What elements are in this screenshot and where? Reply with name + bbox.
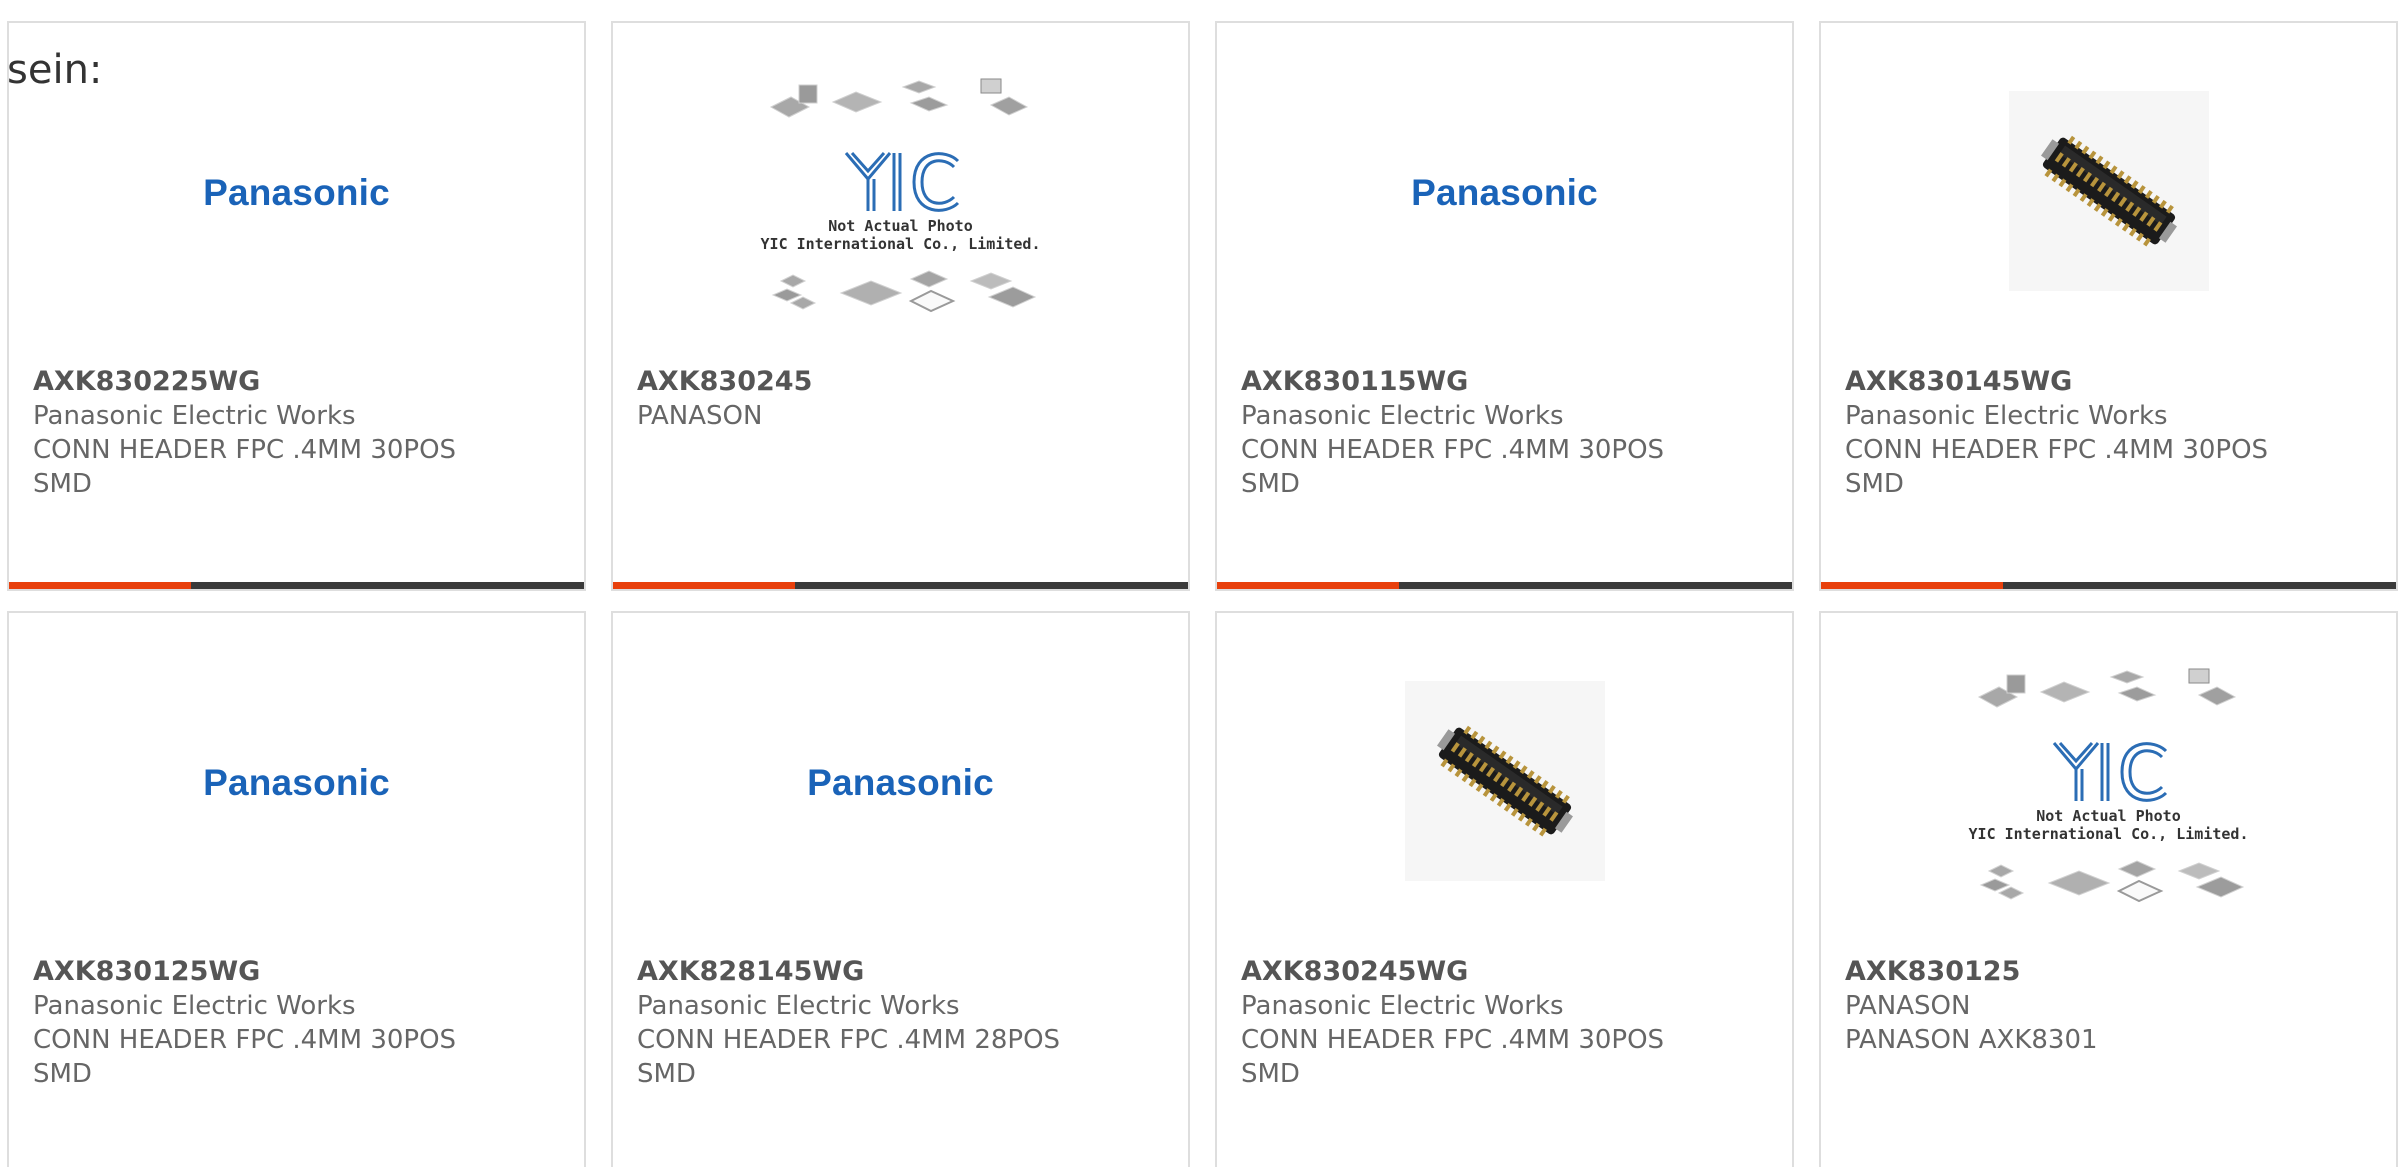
product-info: AXK830245 PANASON bbox=[637, 365, 1168, 433]
brand-logo: Panasonic bbox=[1411, 172, 1598, 213]
part-number[interactable]: AXK830125WG bbox=[33, 955, 564, 989]
card-bottom-accent bbox=[613, 582, 795, 589]
part-number[interactable]: AXK828145WG bbox=[637, 955, 1168, 989]
part-number[interactable]: AXK830245WG bbox=[1241, 955, 1772, 989]
card-bottom-accent bbox=[1217, 582, 1399, 589]
product-image[interactable]: Panasonic bbox=[9, 673, 584, 963]
product-image[interactable] bbox=[1821, 83, 2396, 373]
part-number[interactable]: AXK830115WG bbox=[1241, 365, 1772, 399]
card-bottom-bar bbox=[1821, 582, 2396, 589]
manufacturer: Panasonic Electric Works bbox=[1241, 991, 1564, 1021]
manufacturer: PANASON bbox=[637, 401, 763, 431]
yic-logo-mark bbox=[844, 152, 959, 212]
product-info: AXK830245WG Panasonic Electric Works CONN … bbox=[1241, 955, 1772, 1091]
product-card[interactable]: Panasonic AXK830225WG Panasonic Electric W… bbox=[7, 21, 586, 591]
product-info: AXK830225WG Panasonic Electric Works CONN … bbox=[33, 365, 564, 501]
connector-photo-wrap bbox=[2008, 91, 2209, 295]
product-card[interactable]: YICNot Actual PhotoYIC International Co.… bbox=[611, 21, 1190, 591]
product-image[interactable] bbox=[1217, 673, 1792, 963]
product-card[interactable]: AXK830245WG Panasonic Electric Works CONN … bbox=[1215, 611, 1794, 1167]
product-image[interactable]: Panasonic bbox=[9, 83, 584, 373]
card-bottom-accent bbox=[1821, 582, 2003, 589]
product-grid: Panasonic AXK830225WG Panasonic Electric W… bbox=[7, 21, 2398, 1167]
placeholder-caption-2: YIC International Co., Limited. bbox=[1968, 825, 2249, 843]
part-number[interactable]: AXK830145WG bbox=[1845, 365, 2376, 399]
manufacturer: Panasonic Electric Works bbox=[33, 991, 356, 1021]
placeholder-caption-1: Not Actual Photo bbox=[2036, 807, 2181, 825]
product-description: CONN HEADER FPC .4MM 30POS SMD bbox=[1241, 435, 1665, 499]
placeholder-caption-2: YIC International Co., Limited. bbox=[760, 235, 1041, 253]
placeholder-caption-1: Not Actual Photo bbox=[828, 217, 973, 235]
product-info: AXK830125 PANASON PANASON AXK8301 bbox=[1845, 955, 2376, 1057]
chip-icons bbox=[1977, 668, 2236, 708]
card-bottom-bar bbox=[9, 582, 584, 589]
placeholder-photo: YICNot Actual PhotoYIC International Co.… bbox=[1969, 657, 2249, 917]
product-description: CONN HEADER FPC .4MM 30POS SMD bbox=[1845, 435, 2269, 499]
yic-logo-mark bbox=[2052, 742, 2167, 802]
manufacturer: Panasonic Electric Works bbox=[637, 991, 960, 1021]
product-description: CONN HEADER FPC .4MM 28POS SMD bbox=[637, 1025, 1061, 1089]
product-card[interactable]: Panasonic AXK830115WG Panasonic Electric W… bbox=[1215, 21, 1794, 591]
manufacturer: Panasonic Electric Works bbox=[1241, 401, 1564, 431]
chip-icons-lower bbox=[1979, 860, 2244, 903]
card-bottom-bar bbox=[613, 582, 1188, 589]
product-image[interactable]: Panasonic bbox=[1217, 83, 1792, 373]
product-description: CONN HEADER FPC .4MM 30POS SMD bbox=[33, 435, 457, 499]
product-card[interactable]: Panasonic AXK830125WG Panasonic Electric W… bbox=[7, 611, 586, 1167]
brand-logo: Panasonic bbox=[807, 762, 994, 803]
brand-logo: Panasonic bbox=[203, 762, 390, 803]
page: sein: Panasonic AXK830225WG Panasonic Elec… bbox=[0, 0, 2400, 1167]
product-image[interactable]: Panasonic bbox=[613, 673, 1188, 963]
product-image[interactable]: YICNot Actual PhotoYIC International Co.… bbox=[613, 78, 1188, 373]
connector-photo-wrap bbox=[1404, 681, 1605, 885]
product-image[interactable]: YICNot Actual PhotoYIC International Co.… bbox=[1821, 668, 2396, 963]
product-info: AXK830145WG Panasonic Electric Works CONN … bbox=[1845, 365, 2376, 501]
manufacturer: PANASON bbox=[1845, 991, 1971, 1021]
product-card[interactable]: YICNot Actual PhotoYIC International Co.… bbox=[1819, 611, 2398, 1167]
product-description: CONN HEADER FPC .4MM 30POS SMD bbox=[1241, 1025, 1665, 1089]
product-card[interactable]: Panasonic AXK828145WG Panasonic Electric W… bbox=[611, 611, 1190, 1167]
product-info: AXK830125WG Panasonic Electric Works CONN … bbox=[33, 955, 564, 1091]
chip-icons-lower bbox=[771, 270, 1036, 313]
manufacturer: Panasonic Electric Works bbox=[1845, 401, 2168, 431]
part-number[interactable]: AXK830225WG bbox=[33, 365, 564, 399]
product-info: AXK830115WG Panasonic Electric Works CONN … bbox=[1241, 365, 1772, 501]
manufacturer: Panasonic Electric Works bbox=[33, 401, 356, 431]
part-number[interactable]: AXK830245 bbox=[637, 365, 1168, 399]
intro-text: sein: bbox=[7, 47, 103, 93]
connector-photo bbox=[1404, 681, 1605, 881]
brand-logo: Panasonic bbox=[203, 172, 390, 213]
product-info: AXK828145WG Panasonic Electric Works CONN … bbox=[637, 955, 1168, 1091]
product-card[interactable]: AXK830145WG Panasonic Electric Works CONN … bbox=[1819, 21, 2398, 591]
part-number[interactable]: AXK830125 bbox=[1845, 955, 2376, 989]
placeholder-photo: YICNot Actual PhotoYIC International Co.… bbox=[761, 67, 1041, 327]
product-description: CONN HEADER FPC .4MM 30POS SMD bbox=[33, 1025, 457, 1089]
connector-photo bbox=[2008, 91, 2209, 291]
card-bottom-accent bbox=[9, 582, 191, 589]
card-bottom-bar bbox=[1217, 582, 1792, 589]
chip-icons bbox=[769, 78, 1028, 118]
product-description: PANASON AXK8301 bbox=[1845, 1025, 2098, 1055]
